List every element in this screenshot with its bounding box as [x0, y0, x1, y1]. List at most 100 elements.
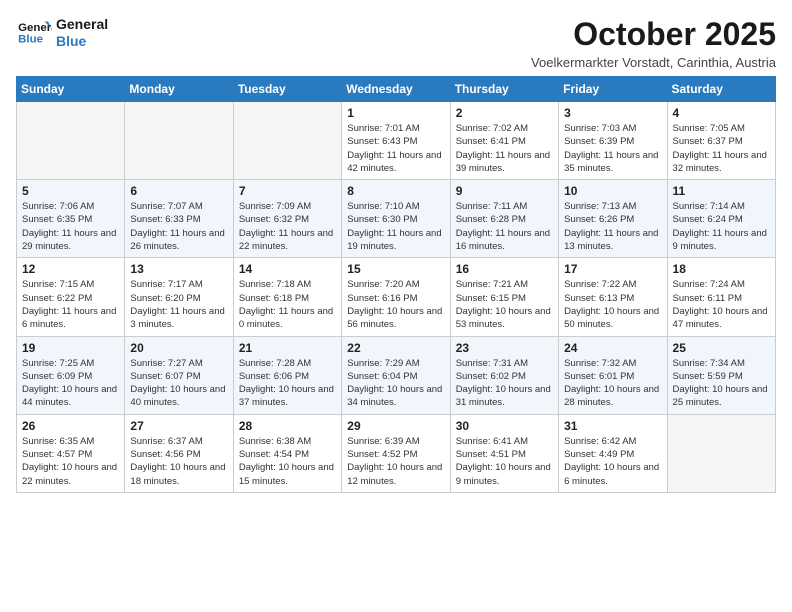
day-number: 7 — [239, 184, 336, 198]
svg-text:General: General — [18, 22, 52, 34]
day-number: 20 — [130, 341, 227, 355]
day-number: 26 — [22, 419, 119, 433]
calendar-week-row: 1 Sunrise: 7:01 AM Sunset: 6:43 PM Daylig… — [17, 102, 776, 180]
day-info: Sunrise: 7:01 AM Sunset: 6:43 PM Dayligh… — [347, 122, 444, 175]
day-number: 2 — [456, 106, 553, 120]
calendar-week-row: 5 Sunrise: 7:06 AM Sunset: 6:35 PM Daylig… — [17, 180, 776, 258]
day-number: 24 — [564, 341, 661, 355]
calendar-day-cell: 15 Sunrise: 7:20 AM Sunset: 6:16 PM Dayli… — [342, 258, 450, 336]
day-info: Sunrise: 7:32 AM Sunset: 6:01 PM Dayligh… — [564, 357, 661, 410]
calendar-day-cell: 11 Sunrise: 7:14 AM Sunset: 6:24 PM Dayli… — [667, 180, 775, 258]
calendar-day-cell: 29Sunrise: 6:39 AM Sunset: 4:52 PM Dayli… — [342, 414, 450, 492]
day-info: Sunrise: 7:21 AM Sunset: 6:15 PM Dayligh… — [456, 278, 553, 331]
day-info: Sunrise: 6:41 AM Sunset: 4:51 PM Dayligh… — [456, 435, 553, 488]
calendar-day-cell: 22 Sunrise: 7:29 AM Sunset: 6:04 PM Dayli… — [342, 336, 450, 414]
day-info: Sunrise: 7:10 AM Sunset: 6:30 PM Dayligh… — [347, 200, 444, 253]
calendar-day-cell: 2 Sunrise: 7:02 AM Sunset: 6:41 PM Daylig… — [450, 102, 558, 180]
calendar-day-cell: 5 Sunrise: 7:06 AM Sunset: 6:35 PM Daylig… — [17, 180, 125, 258]
calendar-day-cell — [17, 102, 125, 180]
day-number: 25 — [673, 341, 770, 355]
calendar-day-cell: 28Sunrise: 6:38 AM Sunset: 4:54 PM Dayli… — [233, 414, 341, 492]
calendar-day-cell: 4Sunrise: 7:05 AM Sunset: 6:37 PM Daylig… — [667, 102, 775, 180]
day-number: 1 — [347, 106, 444, 120]
calendar-day-cell: 3Sunrise: 7:03 AM Sunset: 6:39 PM Daylig… — [559, 102, 667, 180]
calendar-day-cell: 19 Sunrise: 7:25 AM Sunset: 6:09 PM Dayli… — [17, 336, 125, 414]
weekday-header: Friday — [559, 77, 667, 102]
day-info: Sunrise: 7:27 AM Sunset: 6:07 PM Dayligh… — [130, 357, 227, 410]
day-number: 19 — [22, 341, 119, 355]
logo-icon: General Blue — [16, 18, 52, 48]
weekday-header: Saturday — [667, 77, 775, 102]
day-number: 28 — [239, 419, 336, 433]
day-info: Sunrise: 7:18 AM Sunset: 6:18 PM Dayligh… — [239, 278, 336, 331]
day-info: Sunrise: 7:14 AM Sunset: 6:24 PM Dayligh… — [673, 200, 770, 253]
day-number: 12 — [22, 262, 119, 276]
day-number: 5 — [22, 184, 119, 198]
svg-text:Blue: Blue — [18, 34, 43, 46]
day-number: 11 — [673, 184, 770, 198]
day-number: 4 — [673, 106, 770, 120]
calendar-day-cell: 1 Sunrise: 7:01 AM Sunset: 6:43 PM Daylig… — [342, 102, 450, 180]
day-info: Sunrise: 7:34 AM Sunset: 5:59 PM Dayligh… — [673, 357, 770, 410]
month-title: October 2025 — [531, 16, 776, 53]
day-number: 31 — [564, 419, 661, 433]
calendar-day-cell: 20 Sunrise: 7:27 AM Sunset: 6:07 PM Dayli… — [125, 336, 233, 414]
calendar-day-cell: 6 Sunrise: 7:07 AM Sunset: 6:33 PM Daylig… — [125, 180, 233, 258]
day-info: Sunrise: 6:37 AM Sunset: 4:56 PM Dayligh… — [130, 435, 227, 488]
calendar-day-cell: 13 Sunrise: 7:17 AM Sunset: 6:20 PM Dayli… — [125, 258, 233, 336]
calendar-day-cell: 21Sunrise: 7:28 AM Sunset: 6:06 PM Dayli… — [233, 336, 341, 414]
day-info: Sunrise: 7:28 AM Sunset: 6:06 PM Dayligh… — [239, 357, 336, 410]
day-number: 16 — [456, 262, 553, 276]
day-info: Sunrise: 7:25 AM Sunset: 6:09 PM Dayligh… — [22, 357, 119, 410]
day-info: Sunrise: 7:29 AM Sunset: 6:04 PM Dayligh… — [347, 357, 444, 410]
calendar-week-row: 26 Sunrise: 6:35 AM Sunset: 4:57 PM Dayli… — [17, 414, 776, 492]
calendar-day-cell: 25 Sunrise: 7:34 AM Sunset: 5:59 PM Dayli… — [667, 336, 775, 414]
day-info: Sunrise: 7:02 AM Sunset: 6:41 PM Dayligh… — [456, 122, 553, 175]
day-info: Sunrise: 6:35 AM Sunset: 4:57 PM Dayligh… — [22, 435, 119, 488]
title-block: October 2025 Voelkermarkter Vorstadt, Ca… — [531, 16, 776, 70]
calendar-week-row: 12Sunrise: 7:15 AM Sunset: 6:22 PM Dayli… — [17, 258, 776, 336]
day-info: Sunrise: 7:22 AM Sunset: 6:13 PM Dayligh… — [564, 278, 661, 331]
day-info: Sunrise: 7:09 AM Sunset: 6:32 PM Dayligh… — [239, 200, 336, 253]
day-number: 8 — [347, 184, 444, 198]
calendar-day-cell: 30 Sunrise: 6:41 AM Sunset: 4:51 PM Dayli… — [450, 414, 558, 492]
day-number: 15 — [347, 262, 444, 276]
day-number: 22 — [347, 341, 444, 355]
weekday-header: Sunday — [17, 77, 125, 102]
day-number: 29 — [347, 419, 444, 433]
day-info: Sunrise: 7:20 AM Sunset: 6:16 PM Dayligh… — [347, 278, 444, 331]
day-info: Sunrise: 7:13 AM Sunset: 6:26 PM Dayligh… — [564, 200, 661, 253]
day-info: Sunrise: 7:31 AM Sunset: 6:02 PM Dayligh… — [456, 357, 553, 410]
calendar-day-cell: 27 Sunrise: 6:37 AM Sunset: 4:56 PM Dayli… — [125, 414, 233, 492]
calendar-day-cell: 10Sunrise: 7:13 AM Sunset: 6:26 PM Dayli… — [559, 180, 667, 258]
weekday-header: Wednesday — [342, 77, 450, 102]
day-info: Sunrise: 7:11 AM Sunset: 6:28 PM Dayligh… — [456, 200, 553, 253]
day-info: Sunrise: 7:06 AM Sunset: 6:35 PM Dayligh… — [22, 200, 119, 253]
calendar-day-cell: 17 Sunrise: 7:22 AM Sunset: 6:13 PM Dayli… — [559, 258, 667, 336]
calendar-day-cell — [125, 102, 233, 180]
calendar-day-cell: 16 Sunrise: 7:21 AM Sunset: 6:15 PM Dayli… — [450, 258, 558, 336]
day-number: 30 — [456, 419, 553, 433]
day-number: 18 — [673, 262, 770, 276]
logo-text: GeneralBlue — [56, 16, 108, 50]
logo: General Blue GeneralBlue — [16, 16, 108, 50]
day-number: 6 — [130, 184, 227, 198]
calendar-table: SundayMondayTuesdayWednesdayThursdayFrid… — [16, 76, 776, 493]
calendar-day-cell: 12Sunrise: 7:15 AM Sunset: 6:22 PM Dayli… — [17, 258, 125, 336]
day-number: 3 — [564, 106, 661, 120]
day-number: 17 — [564, 262, 661, 276]
day-number: 27 — [130, 419, 227, 433]
calendar-day-cell: 31 Sunrise: 6:42 AM Sunset: 4:49 PM Dayli… — [559, 414, 667, 492]
day-number: 13 — [130, 262, 227, 276]
weekday-header: Tuesday — [233, 77, 341, 102]
calendar-day-cell — [667, 414, 775, 492]
weekday-header-row: SundayMondayTuesdayWednesdayThursdayFrid… — [17, 77, 776, 102]
day-info: Sunrise: 7:07 AM Sunset: 6:33 PM Dayligh… — [130, 200, 227, 253]
day-info: Sunrise: 7:17 AM Sunset: 6:20 PM Dayligh… — [130, 278, 227, 331]
day-number: 23 — [456, 341, 553, 355]
weekday-header: Monday — [125, 77, 233, 102]
calendar-day-cell: 18 Sunrise: 7:24 AM Sunset: 6:11 PM Dayli… — [667, 258, 775, 336]
day-info: Sunrise: 7:24 AM Sunset: 6:11 PM Dayligh… — [673, 278, 770, 331]
day-info: Sunrise: 6:42 AM Sunset: 4:49 PM Dayligh… — [564, 435, 661, 488]
day-number: 9 — [456, 184, 553, 198]
